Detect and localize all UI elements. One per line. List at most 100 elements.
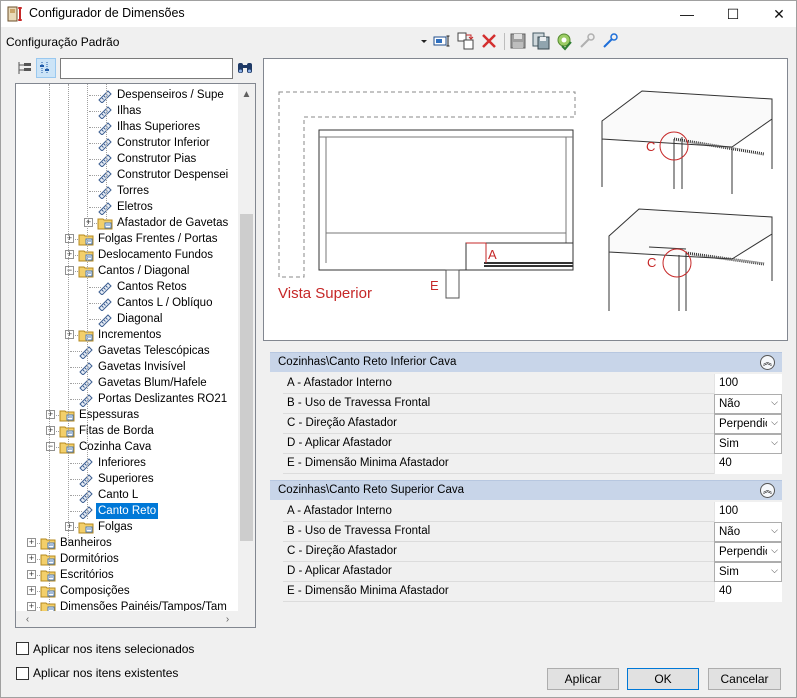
settings-check-icon[interactable] (554, 31, 574, 51)
text-field-icon[interactable] (432, 31, 452, 51)
tree-item-label: Canto L (98, 489, 139, 501)
collapse-group-icon[interactable]: ︽ (760, 483, 775, 498)
property-label: E - Dimensão Minima Afastador (287, 585, 449, 597)
property-select[interactable]: Não ⌵ (714, 522, 782, 542)
apply-selected-checkbox[interactable] (16, 642, 29, 655)
close-button[interactable]: ✕ (756, 1, 797, 27)
property-group-header[interactable]: Cozinhas\Canto Reto Superior Cava ︽ (270, 480, 782, 500)
tree-item-label-selected: Canto Reto (96, 503, 159, 519)
save-as-icon[interactable] (531, 31, 551, 51)
folder-settings-icon (78, 266, 94, 278)
tree-item-label: Deslocamento Fundos (98, 249, 214, 261)
chevron-down-icon[interactable]: ⌵ (771, 397, 778, 408)
save-icon[interactable] (508, 31, 528, 51)
expand-icon[interactable]: + (46, 410, 55, 419)
apply-button[interactable]: Aplicar (547, 668, 619, 690)
chevron-down-icon[interactable]: ⌵ (771, 437, 778, 448)
measure-tool-icon (79, 458, 93, 471)
tree-item-label: Folgas (98, 521, 133, 533)
property-group-header[interactable]: Cozinhas\Canto Reto Inferior Cava ︽ (270, 352, 782, 372)
collapse-icon[interactable]: − (65, 266, 74, 275)
scroll-left-icon[interactable]: ‹ (19, 611, 36, 627)
app-icon (7, 6, 22, 22)
tree-list-view-icon[interactable] (15, 58, 35, 78)
copy-icon[interactable] (456, 31, 476, 51)
property-row: E - Dimensão Minima Afastador 40 (283, 582, 782, 602)
property-select[interactable]: Perpendicular ⌵ (714, 414, 782, 434)
link-icon[interactable] (600, 31, 620, 51)
tree-item-label: Despenseiros / Supe (117, 89, 224, 101)
maximize-button[interactable]: ☐ (710, 1, 756, 27)
chevron-down-icon[interactable]: ⌵ (771, 525, 778, 536)
cancel-button[interactable]: Cancelar (708, 668, 781, 690)
diagram-panel: A E C C Vista Superior (263, 58, 788, 341)
tree-item-label: Portas Deslizantes RO21 (98, 393, 228, 405)
property-select[interactable]: Não ⌵ (714, 394, 782, 414)
expand-icon[interactable]: + (65, 522, 74, 531)
expand-icon[interactable]: + (27, 538, 36, 547)
scroll-right-icon[interactable]: › (219, 611, 236, 627)
dropdown-arrow-icon[interactable] (419, 31, 429, 51)
property-value: 100 (719, 505, 739, 517)
tree-item-label: Afastador de Gavetas (117, 217, 229, 229)
title-bar: Configurador de Dimensões — ☐ ✕ (1, 1, 796, 27)
delete-icon[interactable] (479, 31, 499, 51)
property-row: C - Direção Afastador Perpendicular ⌵ (283, 414, 782, 434)
measure-tool-icon (98, 154, 112, 167)
diagram-label-c-lower: C (647, 255, 656, 270)
tree-scroll-thumb[interactable] (240, 214, 253, 541)
property-input[interactable]: 40 (714, 582, 782, 602)
expand-icon[interactable]: + (27, 602, 36, 611)
tree-horizontal-scrollbar[interactable]: ‹ › (16, 611, 238, 627)
expand-icon[interactable]: + (65, 330, 74, 339)
property-select[interactable]: Perpendicular ⌵ (714, 542, 782, 562)
property-input[interactable]: 100 (714, 502, 782, 522)
tree-item-label: Inferiores (98, 457, 146, 469)
diagram-label-c-upper: C (646, 139, 655, 154)
expand-icon[interactable]: + (46, 426, 55, 435)
expand-icon[interactable]: + (65, 250, 74, 259)
chevron-down-icon[interactable]: ⌵ (771, 417, 778, 428)
tree-guide-line (49, 84, 50, 604)
measure-tool-icon (79, 506, 93, 519)
tree-hierarchy-view-icon[interactable] (36, 58, 56, 78)
folder-settings-icon (78, 250, 94, 262)
collapse-group-icon[interactable]: ︽ (760, 355, 775, 370)
property-label: B - Uso de Travessa Frontal (287, 525, 431, 537)
diagram-label-e: E (430, 278, 439, 293)
property-input[interactable]: 100 (714, 374, 782, 394)
expand-icon[interactable]: + (84, 218, 93, 227)
scroll-corner (238, 611, 255, 627)
tree-vertical-scrollbar[interactable]: ▲ (238, 84, 255, 612)
tree-search-input[interactable] (60, 58, 233, 79)
property-row: B - Uso de Travessa Frontal Não ⌵ (283, 522, 782, 542)
folder-settings-icon (97, 218, 113, 230)
scroll-up-icon[interactable]: ▲ (238, 86, 255, 103)
measure-tool-icon (98, 90, 112, 103)
tree-item-label: Gavetas Blum/Hafele (98, 377, 207, 389)
measure-tool-icon (98, 186, 112, 199)
tree-item-label: Construtor Pias (117, 153, 197, 165)
expand-icon[interactable]: + (65, 234, 74, 243)
chevron-down-icon[interactable]: ⌵ (771, 545, 778, 556)
collapse-icon[interactable]: − (46, 442, 55, 451)
binoculars-icon[interactable] (236, 59, 254, 77)
chevron-down-icon[interactable]: ⌵ (771, 565, 778, 576)
expand-icon[interactable]: + (27, 554, 36, 563)
measure-tool-icon (98, 170, 112, 183)
folder-settings-icon (59, 410, 75, 422)
expand-icon[interactable]: + (27, 570, 36, 579)
ok-button[interactable]: OK (627, 668, 699, 690)
property-input[interactable]: 40 (714, 454, 782, 474)
link-disabled-icon[interactable] (577, 31, 597, 51)
tree-item-label: Gavetas Invisível (98, 361, 186, 373)
expand-icon[interactable]: + (27, 586, 36, 595)
property-value: Não (719, 526, 741, 538)
tree-item-label: Dormitórios (60, 553, 119, 565)
apply-existing-checkbox[interactable] (16, 667, 29, 680)
folder-settings-icon (59, 442, 75, 454)
property-row: A - Afastador Interno 100 (283, 374, 782, 394)
minimize-button[interactable]: — (664, 1, 710, 27)
property-select[interactable]: Sim ⌵ (714, 562, 782, 582)
property-select[interactable]: Sim ⌵ (714, 434, 782, 454)
